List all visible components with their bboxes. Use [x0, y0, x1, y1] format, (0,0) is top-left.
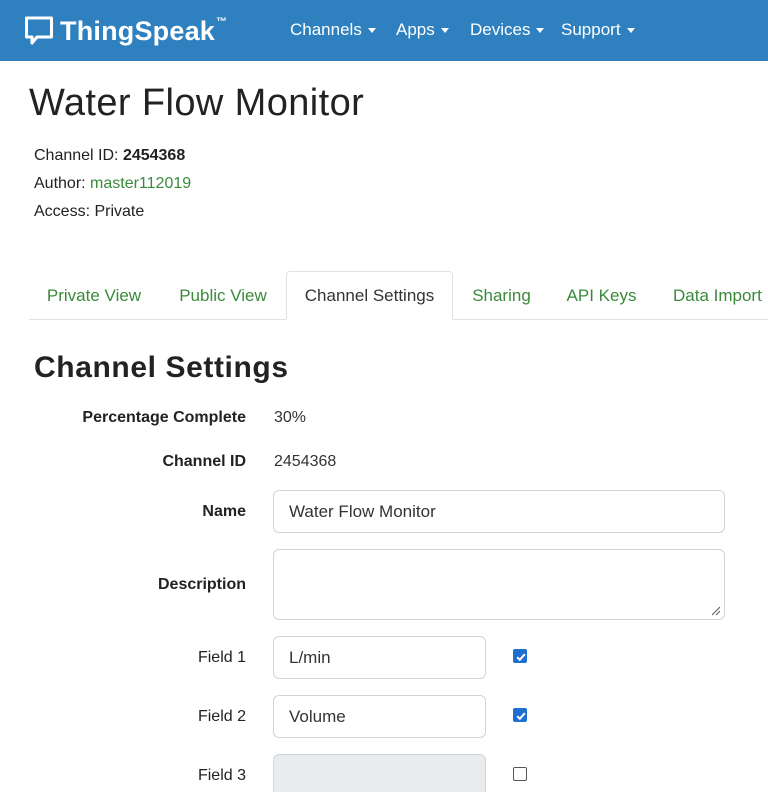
description-label: Description: [157, 576, 246, 593]
description-textarea[interactable]: [273, 549, 725, 620]
percentage-complete-value: 30%: [274, 409, 307, 426]
resize-handle-icon[interactable]: [711, 606, 721, 616]
nav-apps-menu[interactable]: Apps: [396, 18, 449, 42]
tab-private-view[interactable]: Private View: [29, 271, 159, 320]
name-input-value: Water Flow Monitor: [289, 501, 436, 521]
field-2-value: Volume: [289, 706, 346, 726]
field-1-checkbox[interactable]: [513, 649, 527, 663]
author-link[interactable]: master112019: [90, 175, 191, 192]
caret-down-icon: [367, 27, 376, 33]
brand-name: ThingSpeak: [60, 15, 216, 46]
nav-channels-menu[interactable]: Channels: [290, 18, 376, 42]
author-label: Author:: [34, 175, 91, 192]
section-title: Channel Settings: [34, 351, 289, 384]
channel-id-value: 2454368: [274, 453, 337, 470]
tab-api-keys[interactable]: API Keys: [550, 271, 653, 320]
top-navbar: ThingSpeak ™ Channels Apps Devices Suppo…: [0, 0, 768, 61]
brand-logo[interactable]: ThingSpeak ™: [24, 14, 227, 48]
nav-devices-menu[interactable]: Devices: [470, 18, 545, 42]
name-label: Name: [202, 503, 246, 520]
field-3-label: Field 3: [197, 767, 246, 784]
field-3-input[interactable]: [273, 754, 486, 792]
tab-channel-settings[interactable]: Channel Settings: [286, 271, 453, 320]
field-2-checkbox[interactable]: [513, 708, 527, 722]
speech-bubble-icon: [25, 16, 53, 45]
channel-id-label: Channel ID: [162, 453, 246, 470]
percentage-complete-label: Percentage Complete: [82, 409, 246, 426]
nav-apps-label: Apps: [396, 20, 435, 39]
caret-down-icon: [626, 27, 635, 33]
tab-public-view[interactable]: Public View: [160, 271, 286, 320]
field-2-input[interactable]: Volume: [273, 695, 486, 738]
channel-id-line: Channel ID: 2454368: [34, 147, 185, 165]
checkmark-icon: [516, 712, 526, 721]
nav-support-menu[interactable]: Support: [561, 18, 635, 42]
caret-down-icon: [440, 27, 449, 33]
author-line: Author: master112019: [34, 175, 191, 193]
brand-trademark: ™: [216, 16, 228, 28]
nav-devices-label: Devices: [470, 20, 531, 39]
name-input[interactable]: Water Flow Monitor: [273, 490, 725, 533]
field-3-checkbox[interactable]: [513, 767, 527, 781]
page-title: Water Flow Monitor: [29, 82, 365, 124]
nav-channels-label: Channels: [290, 20, 362, 39]
field-1-value: L/min: [289, 647, 331, 667]
field-2-label: Field 2: [197, 708, 246, 725]
channel-id-value: 2454368: [122, 147, 186, 164]
field-1-input[interactable]: L/min: [273, 636, 486, 679]
access-line: Access: Private: [34, 203, 145, 220]
checkmark-icon: [516, 653, 526, 662]
field-1-label: Field 1: [197, 649, 246, 666]
caret-down-icon: [536, 27, 545, 33]
tab-sharing[interactable]: Sharing: [453, 271, 550, 320]
tab-data-import[interactable]: Data Import: [653, 271, 768, 320]
nav-support-label: Support: [561, 20, 621, 39]
channel-id-label: Channel ID:: [34, 147, 123, 164]
